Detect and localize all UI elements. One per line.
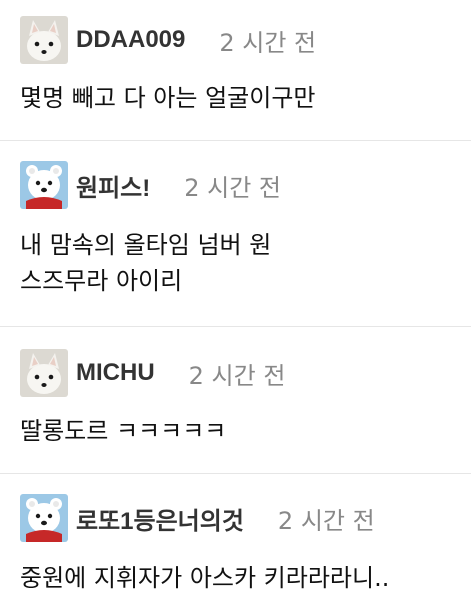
comment-item: 로또1등은너의것 2 시간 전 중원에 지휘자가 아스카 키라라라니..	[0, 474, 471, 608]
arctic-fox-avatar-icon[interactable]	[20, 16, 68, 64]
comment-item: 원피스! 2 시간 전 내 맘속의 올타임 넘버 원 스즈무라 아이리	[0, 141, 471, 327]
comment-nickname[interactable]: MICHU	[76, 359, 155, 387]
comment-text: 몇명 빼고 다 아는 얼굴이구만	[20, 80, 461, 116]
comment-text-line: 딸롱도르 ㅋㅋㅋㅋㅋ	[20, 417, 227, 445]
comment-text: 중원에 지휘자가 아스카 키라라라니..	[20, 560, 461, 596]
comment-text-line: 스즈무라 아이리	[20, 267, 183, 295]
comment-text: 내 맘속의 올타임 넘버 원 스즈무라 아이리	[20, 227, 461, 299]
comment-text-line: 몇명 빼고 다 아는 얼굴이구만	[20, 84, 316, 112]
comment-time: 2 시간 전	[277, 506, 375, 535]
comment-time: 2 시간 전	[184, 173, 282, 202]
comment-text-line: 내 맘속의 올타임 넘버 원	[20, 231, 272, 259]
comment-nickname[interactable]: 원피스!	[76, 168, 150, 203]
arctic-fox-avatar-icon[interactable]	[20, 349, 68, 397]
polar-bear-avatar-icon[interactable]	[20, 161, 68, 209]
comment-time: 2 시간 전	[188, 361, 286, 390]
comment-nickname[interactable]: 로또1등은너의것	[76, 501, 244, 536]
comment-text-line: 중원에 지휘자가 아스카 키라라라니..	[20, 564, 390, 592]
comment-nickname[interactable]: DDAA009	[76, 26, 185, 54]
comment-time: 2 시간 전	[219, 28, 317, 57]
comment-item: MICHU 2 시간 전 딸롱도르 ㅋㅋㅋㅋㅋ	[0, 327, 471, 474]
comment-item: DDAA009 2 시간 전 몇명 빼고 다 아는 얼굴이구만	[0, 0, 471, 141]
comment-text: 딸롱도르 ㅋㅋㅋㅋㅋ	[20, 413, 461, 449]
polar-bear-avatar-icon[interactable]	[20, 494, 68, 542]
